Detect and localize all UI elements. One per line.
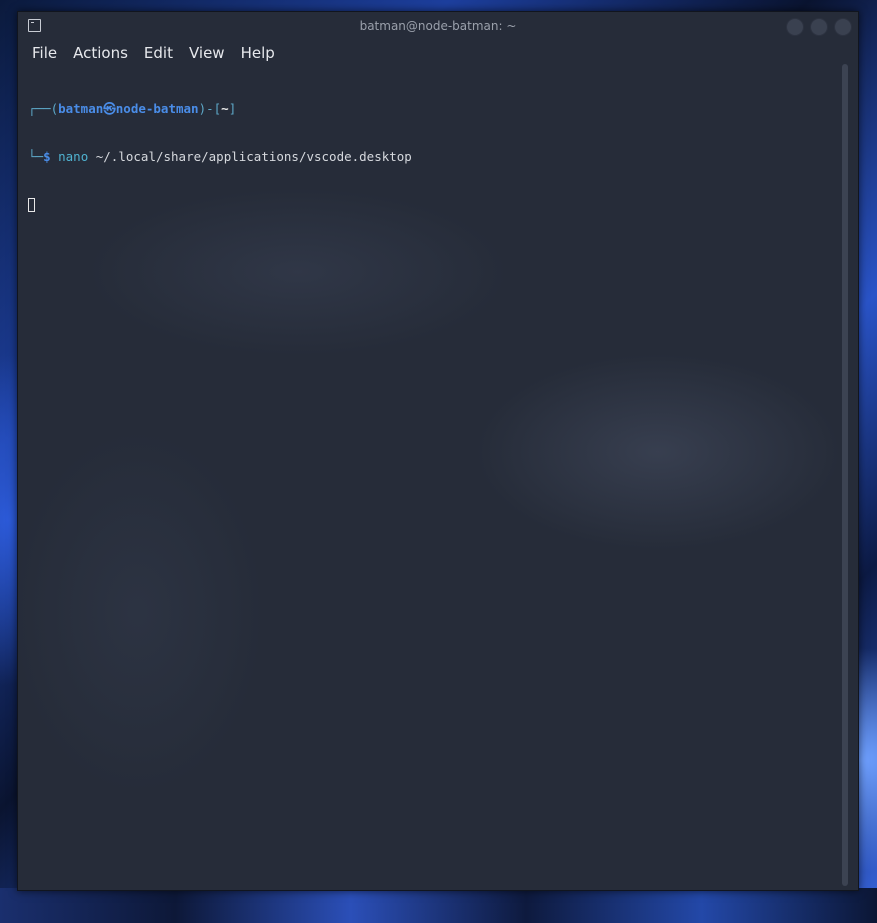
minimize-button[interactable] bbox=[786, 18, 804, 36]
terminal-app-icon[interactable] bbox=[28, 19, 41, 32]
title-bar[interactable]: batman@node-batman: ~ bbox=[18, 12, 858, 40]
prompt-at-symbol: ㉿ bbox=[103, 101, 116, 116]
prompt-host: node-batman bbox=[115, 101, 199, 116]
terminal-window: batman@node-batman: ~ File Actions Edit … bbox=[17, 11, 859, 891]
menu-edit[interactable]: Edit bbox=[136, 41, 181, 65]
text-cursor bbox=[28, 198, 35, 212]
menu-view[interactable]: View bbox=[181, 41, 233, 65]
window-controls bbox=[786, 18, 852, 36]
desktop-wallpaper bbox=[0, 888, 877, 923]
menu-file[interactable]: File bbox=[24, 41, 65, 65]
window-title: batman@node-batman: ~ bbox=[359, 19, 517, 33]
prompt-box-bottom: └─ bbox=[28, 149, 44, 164]
prompt-cwd: ~ bbox=[221, 101, 229, 116]
prompt-user: batman bbox=[58, 101, 104, 116]
prompt-end: ] bbox=[228, 101, 237, 116]
terminal-output[interactable]: ┌──(batman㉿node-batman)-[~] └─$ nano ~/.… bbox=[28, 69, 842, 886]
command-name: nano bbox=[58, 149, 89, 164]
menu-actions[interactable]: Actions bbox=[65, 41, 136, 65]
prompt-dollar: $ bbox=[43, 149, 51, 164]
cursor-line bbox=[28, 197, 842, 213]
menu-help[interactable]: Help bbox=[233, 41, 283, 65]
scrollbar[interactable] bbox=[842, 64, 848, 886]
menu-bar: File Actions Edit View Help bbox=[24, 41, 283, 65]
maximize-button[interactable] bbox=[810, 18, 828, 36]
prompt-line-1: ┌──(batman㉿node-batman)-[~] bbox=[28, 101, 842, 117]
prompt-mid: )-[ bbox=[198, 101, 222, 116]
prompt-box-top: ┌──( bbox=[28, 101, 59, 116]
prompt-line-2: └─$ nano ~/.local/share/applications/vsc… bbox=[28, 149, 842, 165]
close-button[interactable] bbox=[834, 18, 852, 36]
command-args: ~/.local/share/applications/vscode.deskt… bbox=[88, 149, 412, 164]
